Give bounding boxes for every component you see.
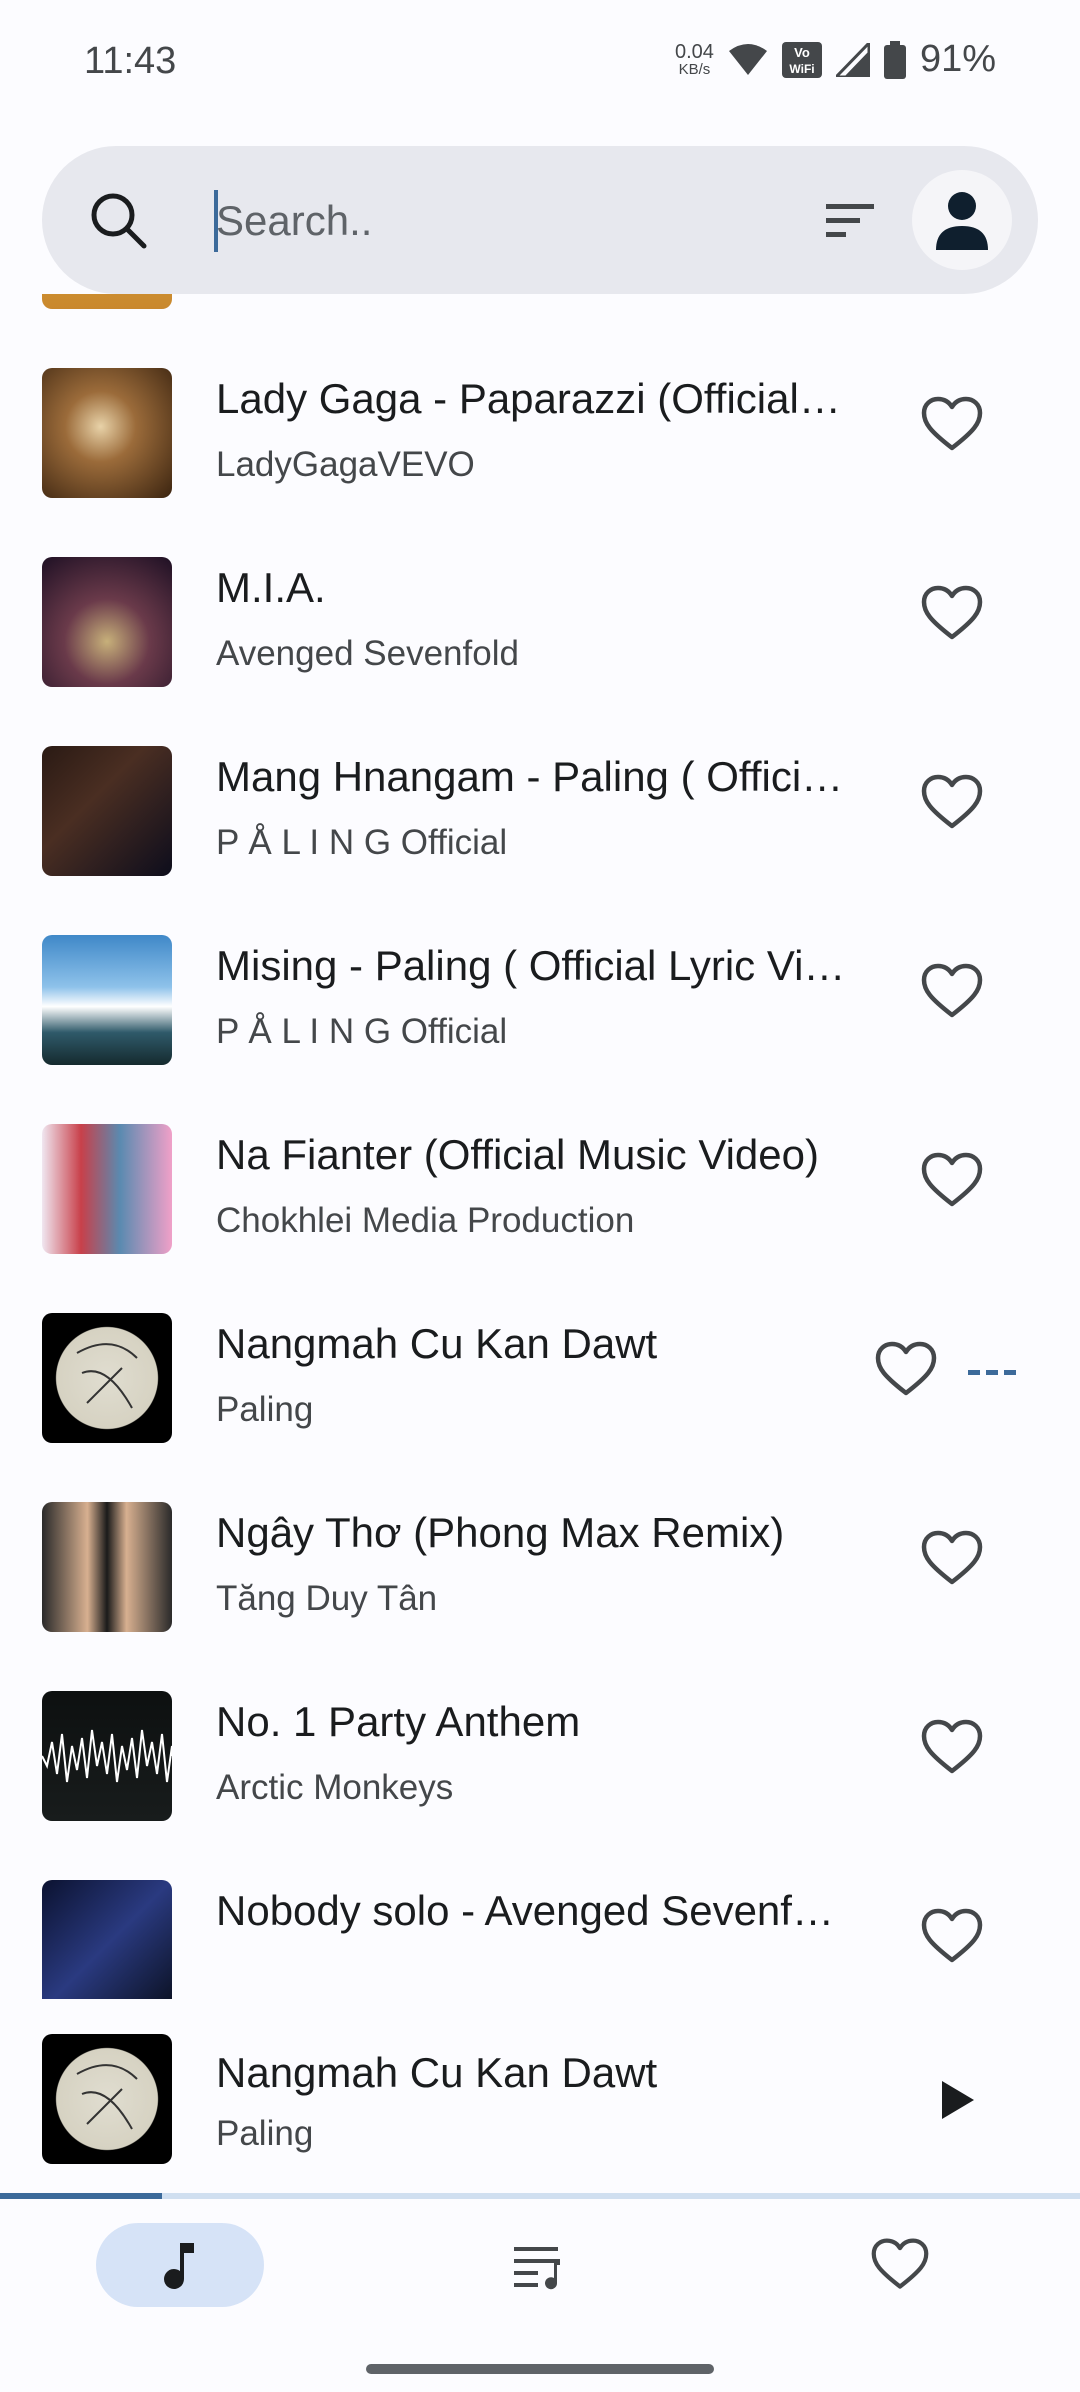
wifi-icon	[728, 43, 767, 75]
music-note-icon	[164, 2243, 194, 2289]
search-icon[interactable]	[86, 188, 150, 252]
song-row[interactable]: Mang Hnangam - Paling ( Official Lyric V…	[0, 711, 1080, 900]
vowifi-icon: Vo WiFi	[781, 41, 822, 78]
song-artist: Paling	[216, 1390, 314, 1429]
song-title: Mising - Paling ( Official Lyric Video )	[216, 942, 846, 989]
song-row[interactable]: Lady Gaga - Paparazzi (Official Music Vi…	[0, 333, 1080, 522]
song-artist: Tăng Duy Tân	[216, 1579, 438, 1618]
song-title: Nangmah Cu Kan Dawt	[216, 1320, 658, 1367]
song-thumbnail	[42, 294, 172, 309]
nav-favorites[interactable]	[816, 2223, 984, 2307]
song-artist: Avenged Sevenfold	[216, 634, 519, 673]
song-thumbnail	[42, 935, 172, 1065]
nav-songs[interactable]	[96, 2223, 264, 2307]
account-button[interactable]	[912, 170, 1012, 270]
song-row[interactable]: LILACLILAC OFFICIAL	[0, 294, 1080, 333]
song-thumbnail	[42, 1691, 172, 1821]
song-artist: P Å L I N G Official	[216, 823, 508, 862]
svg-text:Vo: Vo	[794, 45, 810, 60]
favorite-heart-icon[interactable]	[920, 1905, 984, 1969]
nav-playlists[interactable]	[456, 2223, 624, 2307]
song-thumbnail	[42, 557, 172, 687]
song-title: Nobody solo - Avenged Sevenfold	[216, 1887, 846, 1934]
search-bar	[42, 146, 1038, 294]
song-title: Ngây Thơ (Phong Max Remix)	[216, 1509, 785, 1556]
song-row[interactable]: Ngây Thơ (Phong Max Remix) Tăng Duy Tân	[0, 1467, 1080, 1656]
song-thumbnail	[42, 1313, 172, 1443]
song-artist: LILAC OFFICIAL	[216, 294, 846, 296]
song-row[interactable]: Nobody solo - Avenged Sevenfold	[0, 1845, 1080, 1999]
song-thumbnail	[42, 1124, 172, 1254]
home-indicator[interactable]	[366, 2364, 714, 2374]
text-cursor	[214, 190, 218, 252]
song-title: Mang Hnangam - Paling ( Official Lyric V…	[216, 753, 846, 800]
song-artist: Arctic Monkeys	[216, 1768, 454, 1807]
favorite-heart-icon[interactable]	[920, 771, 984, 835]
song-artist: Chokhlei Media Production	[216, 1201, 635, 1240]
battery-icon	[883, 40, 906, 79]
song-title: Na Fianter (Official Music Video)	[216, 1131, 819, 1178]
playlist-icon	[514, 2247, 560, 2290]
network-speed-unit: KB/s	[678, 61, 711, 78]
favorite-heart-icon[interactable]	[920, 960, 984, 1024]
status-icons: 0.04 KB/s Vo WiFi 91%	[675, 38, 996, 81]
song-artist: P Å L I N G Official	[216, 1012, 508, 1051]
status-bar: 11:43 0.04 KB/s Vo WiFi 91%	[0, 0, 1080, 130]
favorite-heart-icon[interactable]	[920, 1527, 984, 1591]
song-thumbnail	[42, 746, 172, 876]
song-title: Lady Gaga - Paparazzi (Official Music Vi…	[216, 375, 846, 422]
song-row[interactable]: No. 1 Party Anthem Arctic Monkeys	[0, 1656, 1080, 1845]
favorite-heart-icon[interactable]	[920, 582, 984, 646]
song-title: No. 1 Party Anthem	[216, 1698, 581, 1745]
play-icon[interactable]	[930, 2075, 980, 2125]
now-playing-indicator	[968, 1370, 1016, 1376]
network-speed-value: 0.04	[675, 41, 714, 63]
sort-icon[interactable]	[820, 190, 880, 250]
song-row[interactable]: Nangmah Cu Kan Dawt Paling	[0, 1278, 1080, 1467]
search-input[interactable]	[214, 186, 816, 256]
favorite-heart-icon[interactable]	[920, 1716, 984, 1780]
song-row[interactable]: Na Fianter (Official Music Video) Chokhle…	[0, 1089, 1080, 1278]
song-thumbnail	[42, 1880, 172, 1999]
song-row[interactable]: M.I.A. Avenged Sevenfold	[0, 522, 1080, 711]
mini-player[interactable]: Nangmah Cu Kan Dawt Paling	[0, 1999, 1080, 2199]
heart-icon	[871, 2238, 929, 2289]
now-playing-title: Nangmah Cu Kan Dawt	[216, 2049, 658, 2096]
favorite-heart-icon[interactable]	[874, 1338, 938, 1402]
now-playing-thumbnail	[42, 2034, 172, 2164]
song-artist: LadyGagaVEVO	[216, 445, 475, 484]
status-time: 11:43	[84, 40, 177, 82]
song-row[interactable]: Mising - Paling ( Official Lyric Video )…	[0, 900, 1080, 1089]
song-list[interactable]: LILACLILAC OFFICIAL Lady Gaga - Paparazzi…	[0, 294, 1080, 1999]
person-icon	[936, 192, 988, 250]
cell-signal-icon	[835, 42, 870, 77]
favorite-heart-icon[interactable]	[920, 1149, 984, 1213]
svg-text:WiFi: WiFi	[789, 62, 814, 76]
favorite-heart-icon[interactable]	[920, 393, 984, 457]
now-playing-artist: Paling	[216, 2114, 314, 2153]
network-speed: 0.04 KB/s	[675, 42, 714, 77]
song-thumbnail	[42, 368, 172, 498]
song-thumbnail	[42, 1502, 172, 1632]
song-title: M.I.A.	[216, 564, 326, 611]
battery-percent: 91%	[919, 38, 996, 80]
